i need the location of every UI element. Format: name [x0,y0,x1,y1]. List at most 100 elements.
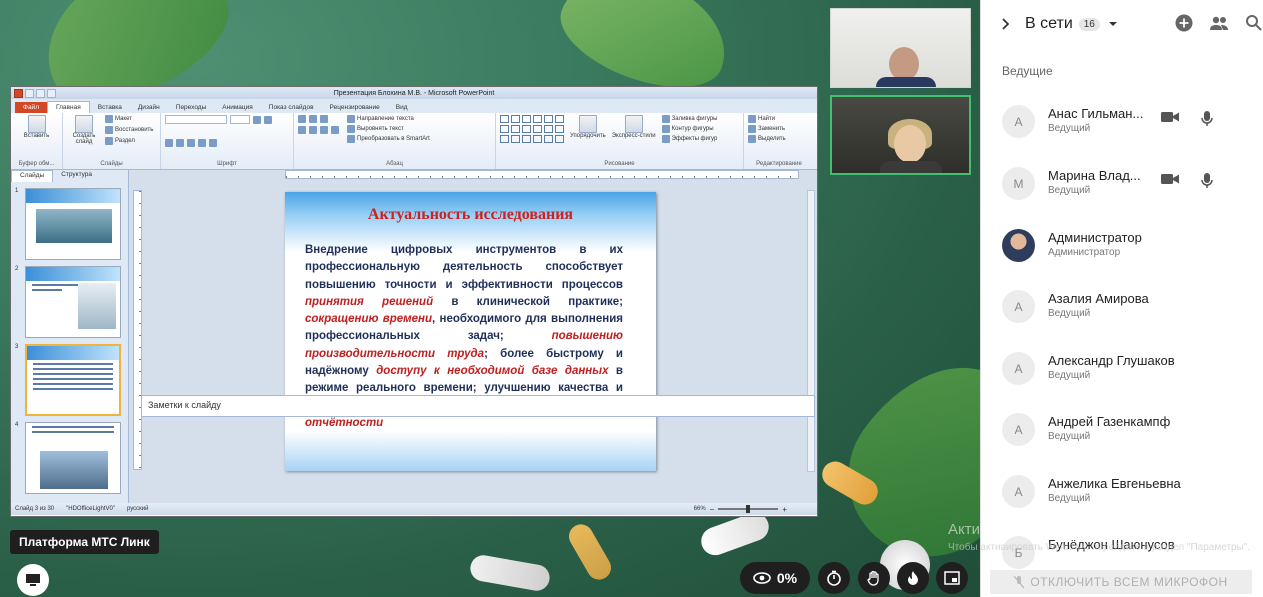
shape-item[interactable] [544,125,553,133]
shape-outline-button[interactable]: Контур фигуры [661,125,718,133]
slide-thumbnail[interactable] [25,188,121,260]
add-icon[interactable] [1175,14,1193,32]
shape-item[interactable] [511,135,520,143]
font-color-icon[interactable] [209,138,217,147]
paste-button[interactable]: Вставить [15,115,58,139]
shape-item[interactable] [522,125,531,133]
tab-home[interactable]: Главная [46,101,90,113]
shape-item[interactable] [511,115,520,123]
timer-button[interactable] [818,562,850,594]
shape-item[interactable] [544,135,553,143]
participant-item[interactable]: А Анжелика Евгеньевна Ведущий [981,467,1263,517]
active-speaker-video[interactable] [830,95,971,175]
participant-item[interactable]: Администратор Администратор [981,221,1263,271]
shape-fill-button[interactable]: Заливка фигуры [661,115,717,123]
shrink-font-icon[interactable] [264,115,272,124]
new-slide-button[interactable]: Создать слайд [67,115,101,145]
tab-animation[interactable]: Анимация [214,102,261,113]
picture-in-picture-button[interactable] [936,562,968,594]
chevron-down-icon[interactable] [1108,20,1118,28]
shape-item[interactable] [555,135,564,143]
italic-icon[interactable] [176,138,184,147]
tab-outline[interactable]: Структура [53,170,100,182]
tab-transitions[interactable]: Переходы [168,102,215,113]
participant-video[interactable] [830,8,971,88]
find-button[interactable]: Найти [748,115,810,123]
numbering-icon[interactable] [309,115,317,123]
vertical-scrollbar[interactable] [807,190,815,472]
slide-thumbnail[interactable] [25,266,121,338]
grow-font-icon[interactable] [253,115,261,124]
zoom-in-icon[interactable]: + [782,505,787,514]
shape-item[interactable] [533,125,542,133]
camera-icon[interactable] [1161,173,1179,185]
shape-item[interactable] [533,115,542,123]
shape-item[interactable] [522,115,531,123]
indent-icon[interactable] [320,115,328,123]
bold-icon[interactable] [165,138,173,147]
shape-item[interactable] [500,135,509,143]
shape-item[interactable] [544,115,553,123]
align-right-icon[interactable] [320,126,328,134]
raise-hand-button[interactable] [858,562,890,594]
shape-item[interactable] [500,115,509,123]
align-text-button[interactable]: Выровнять текст [347,125,430,133]
text-direction-button[interactable]: Направление текста [347,115,430,123]
participant-item[interactable]: А Александр Глушаков Ведущий [981,344,1263,394]
smartart-button[interactable]: Преобразовать в SmartArt [347,135,430,143]
slide-thumbnail[interactable] [25,422,121,494]
tab-design[interactable]: Дизайн [130,102,168,113]
views-counter[interactable]: 0% [740,562,810,594]
shape-item[interactable] [555,125,564,133]
tab-view[interactable]: Вид [388,102,416,113]
microphone-icon[interactable] [1201,111,1213,127]
shape-item[interactable] [555,115,564,123]
align-left-icon[interactable] [298,126,306,134]
shape-item[interactable] [522,135,531,143]
search-icon[interactable] [1245,14,1263,32]
shape-item[interactable] [500,125,509,133]
strikethrough-icon[interactable] [198,138,206,147]
layout-button[interactable]: Макет [105,115,153,123]
quick-styles-button[interactable]: Экспресс-стили [612,115,656,143]
underline-icon[interactable] [187,138,195,147]
font-family-select[interactable] [165,115,227,124]
participant-item[interactable]: М Марина Влад... Ведущий [981,159,1263,209]
slide-thumbnail-selected[interactable] [25,344,121,416]
language-indicator[interactable]: русский [127,506,149,512]
current-slide[interactable]: Актуальность исследования Внедрение цифр… [285,192,656,471]
participant-item[interactable]: А Анас Гильман... Ведущий [981,97,1263,147]
zoom-slider-knob[interactable] [746,505,751,513]
reset-button[interactable]: Восстановить [105,126,153,134]
tab-slideshow[interactable]: Показ слайдов [261,102,322,113]
chevron-right-icon[interactable] [1001,18,1009,30]
microphone-icon[interactable] [1201,173,1213,189]
font-size-select[interactable] [230,115,250,124]
reaction-button[interactable] [897,562,929,594]
participant-item[interactable]: А Азалия Амирова Ведущий [981,282,1263,332]
tab-review[interactable]: Рецензирование [322,102,388,113]
shape-effects-button[interactable]: Эффекты фигур [661,135,718,143]
section-button[interactable]: Раздел [105,137,153,145]
bullets-icon[interactable] [298,115,306,123]
screen-share-button[interactable] [17,564,49,596]
justify-icon[interactable] [331,126,339,134]
tab-file[interactable]: Файл [15,102,47,113]
notes-field[interactable]: Заметки к слайду [141,395,815,417]
mute-all-button[interactable]: ОТКЛЮЧИТЬ ВСЕМ МИКРОФОН [990,570,1252,594]
participant-item[interactable]: А Андрей Газенкампф Ведущий [981,405,1263,455]
tab-slides[interactable]: Слайды [11,170,54,182]
tab-insert[interactable]: Вставка [90,102,130,113]
align-center-icon[interactable] [309,126,317,134]
zoom-level[interactable]: 66% [694,506,706,512]
zoom-slider[interactable] [718,505,779,513]
zoom-out-icon[interactable]: − [710,505,715,514]
participants-icon[interactable] [1209,14,1229,32]
shape-item[interactable] [533,135,542,143]
shapes-gallery[interactable] [500,115,564,143]
select-button[interactable]: Выделить [748,135,810,143]
replace-button[interactable]: Заменить [748,125,810,133]
shape-item[interactable] [511,125,520,133]
arrange-button[interactable]: Упорядочить [570,115,606,143]
camera-icon[interactable] [1161,111,1179,123]
